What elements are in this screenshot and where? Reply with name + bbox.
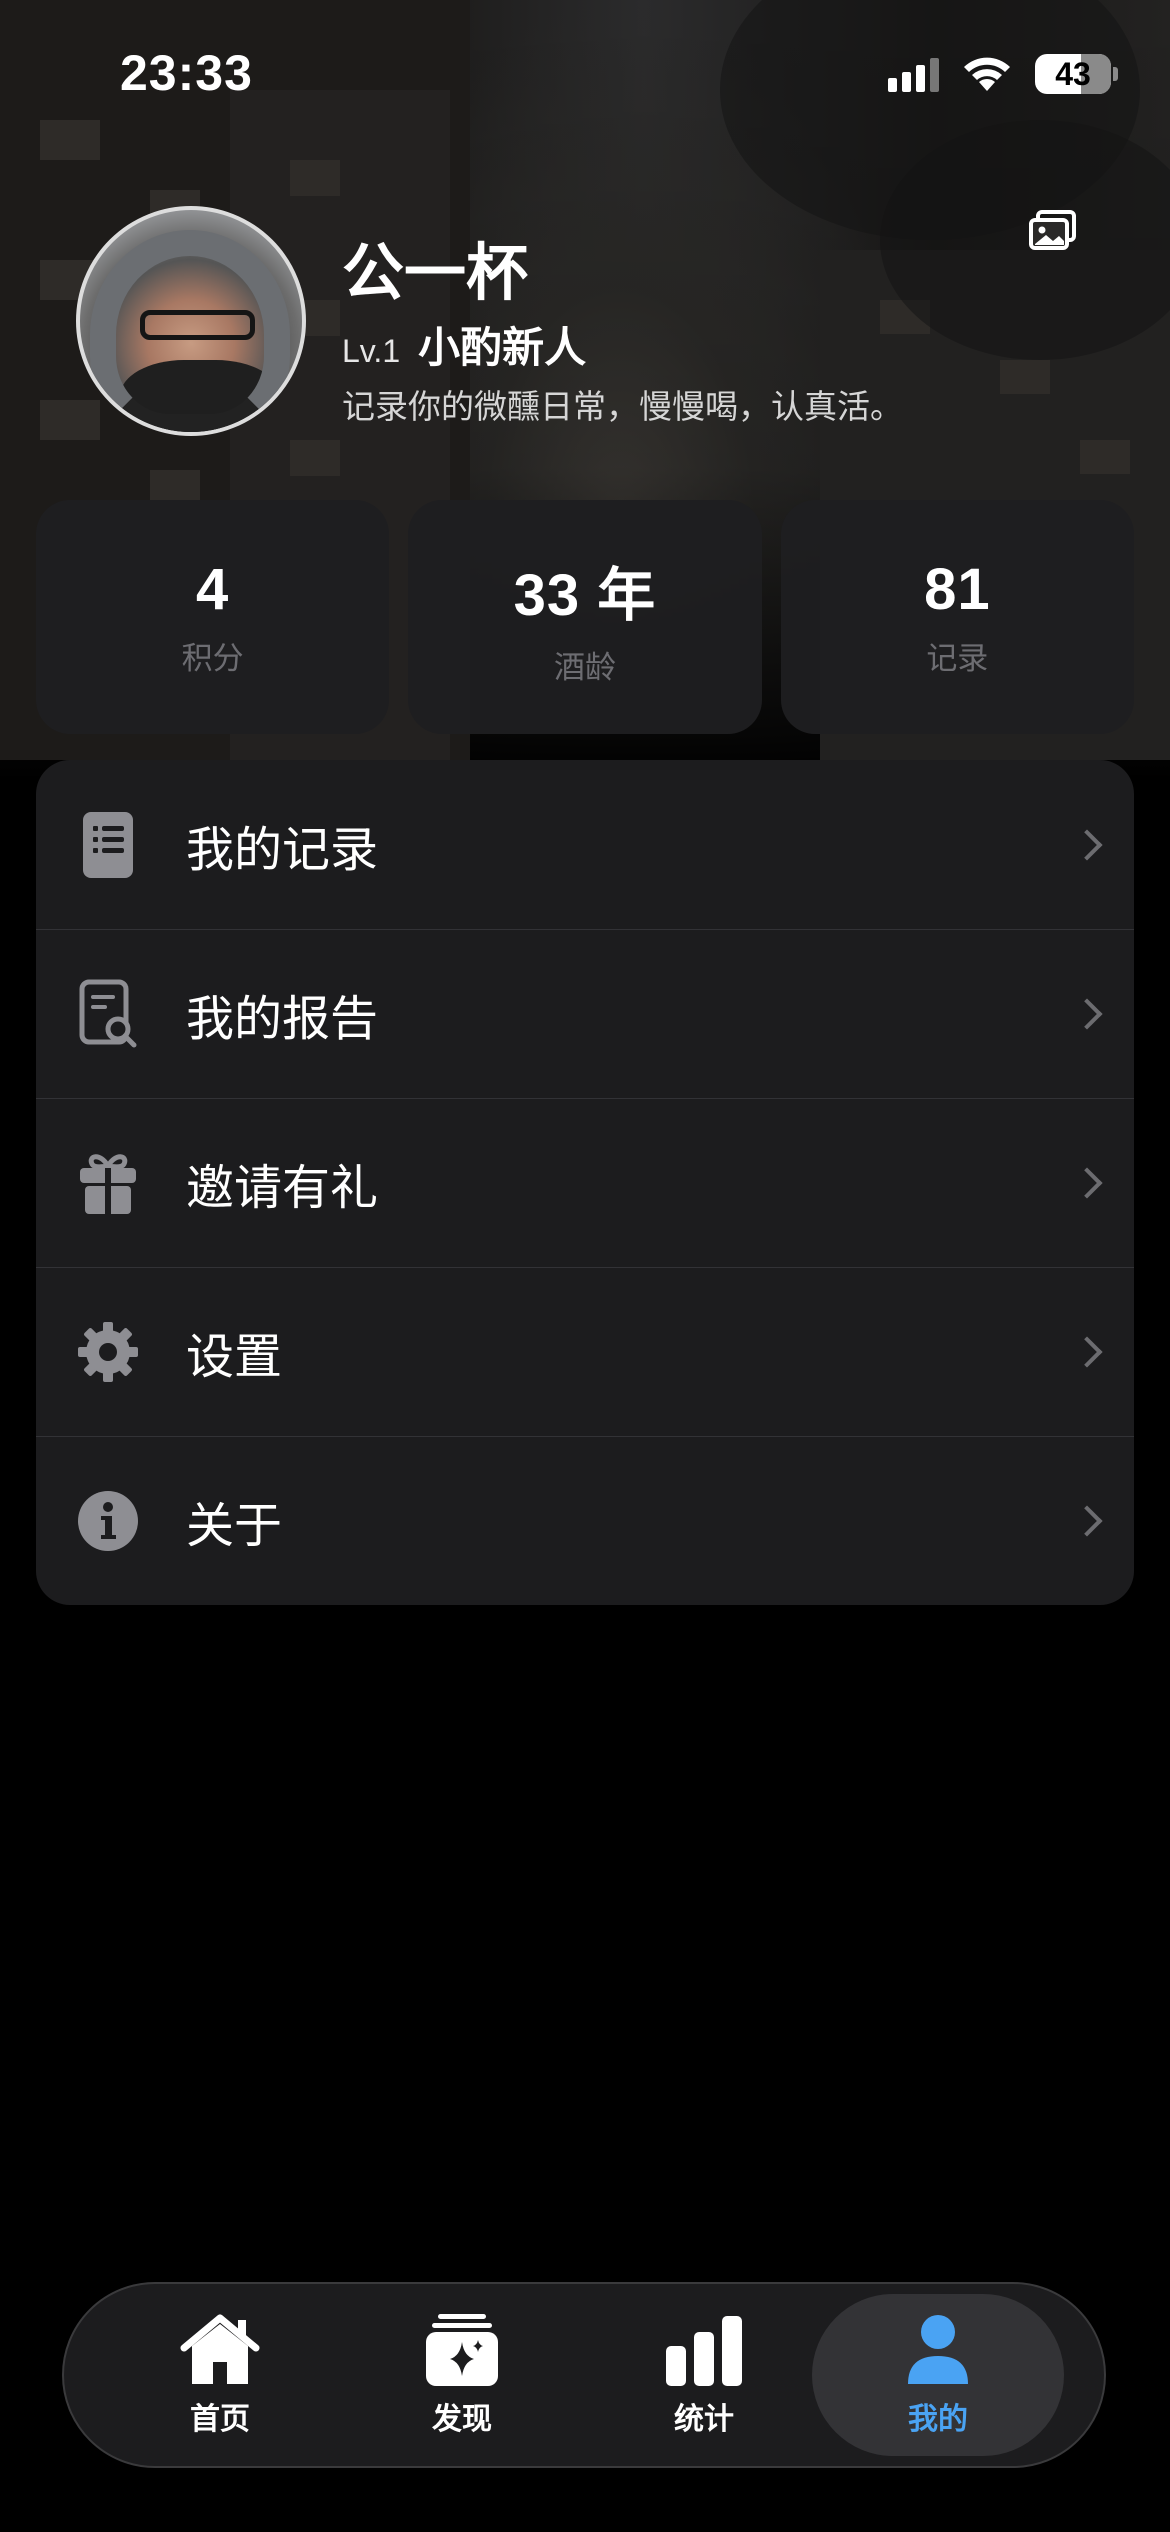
battery-icon: 43 xyxy=(1035,54,1118,94)
menu-label: 邀请有礼 xyxy=(186,1160,379,1216)
avatar[interactable] xyxy=(76,206,306,436)
chevron-right-icon xyxy=(1071,1336,1103,1368)
menu-item-my-records[interactable]: 我的记录 xyxy=(36,760,1134,929)
chevron-right-icon xyxy=(1071,1167,1103,1199)
stat-label: 酒龄 xyxy=(553,649,616,686)
status-time: 23:33 xyxy=(120,45,253,101)
stat-card-drinking-age[interactable]: 33 年 酒龄 xyxy=(408,500,762,734)
menu-item-invite-rewards[interactable]: 邀请有礼 xyxy=(36,1098,1134,1267)
menu-item-about[interactable]: 关于 xyxy=(36,1436,1134,1605)
menu-label: 关于 xyxy=(186,1498,283,1554)
list-document-icon xyxy=(83,811,133,878)
profile-screen: 23:33 43 公一杯 Lv.1 小酌新人 记录你的微醺日常，慢慢喝，认真活。 xyxy=(0,0,1170,2532)
menu-label: 设置 xyxy=(186,1329,283,1385)
change-background-photo-icon[interactable] xyxy=(1028,208,1078,252)
report-search-icon xyxy=(79,979,137,1048)
stat-card-records[interactable]: 81 记录 xyxy=(780,500,1134,734)
gift-icon xyxy=(80,1154,136,1214)
tab-discover[interactable]: 发现 xyxy=(336,2294,588,2456)
chevron-right-icon xyxy=(1071,998,1103,1030)
wifi-icon xyxy=(964,57,1010,91)
chevron-right-icon xyxy=(1071,1505,1103,1537)
stat-value: 33 年 xyxy=(513,562,657,628)
menu-item-my-report[interactable]: 我的报告 xyxy=(36,929,1134,1098)
menu-list: 我的记录 我的报告 邀请有礼 设置 关于 xyxy=(36,760,1134,1605)
menu-label: 我的报告 xyxy=(186,991,379,1047)
tab-label: 我的 xyxy=(908,2402,968,2437)
cellular-signal-icon xyxy=(888,56,939,92)
tab-label: 发现 xyxy=(432,2402,492,2437)
home-icon xyxy=(180,2314,260,2384)
level-badge: Lv.1 xyxy=(342,333,401,369)
person-icon xyxy=(908,2315,968,2384)
menu-label: 我的记录 xyxy=(186,821,379,878)
tab-statistics[interactable]: 统计 xyxy=(578,2294,830,2456)
tab-home[interactable]: 首页 xyxy=(94,2294,346,2456)
info-icon xyxy=(78,1491,138,1551)
tab-label: 首页 xyxy=(190,2402,250,2437)
stat-value: 4 xyxy=(196,557,230,622)
bar-chart-icon xyxy=(666,2316,742,2386)
level-title: 小酌新人 xyxy=(418,323,587,372)
chevron-right-icon xyxy=(1071,828,1103,861)
gear-icon xyxy=(78,1322,138,1382)
profile-name: 公一杯 xyxy=(342,236,529,309)
stat-label: 积分 xyxy=(181,641,244,677)
battery-level: 43 xyxy=(1055,55,1091,92)
profile-bio: 记录你的微醺日常，慢慢喝，认真活。 xyxy=(342,387,903,426)
stat-label: 记录 xyxy=(926,641,989,677)
tab-label: 统计 xyxy=(674,2402,734,2437)
menu-item-settings[interactable]: 设置 xyxy=(36,1267,1134,1436)
stats-row: 4 积分 33 年 酒龄 81 记录 xyxy=(36,500,1134,734)
bottom-tab-bar: 首页 发现 统计 我的 xyxy=(62,2282,1106,2468)
level-line: Lv.1 小酌新人 xyxy=(342,314,586,375)
stat-card-points[interactable]: 4 积分 xyxy=(36,500,390,734)
discover-sparkle-icon xyxy=(426,2314,498,2386)
stat-value: 81 xyxy=(924,557,991,622)
status-icons: 43 xyxy=(888,54,1118,94)
tab-me[interactable]: 我的 xyxy=(812,2294,1064,2456)
